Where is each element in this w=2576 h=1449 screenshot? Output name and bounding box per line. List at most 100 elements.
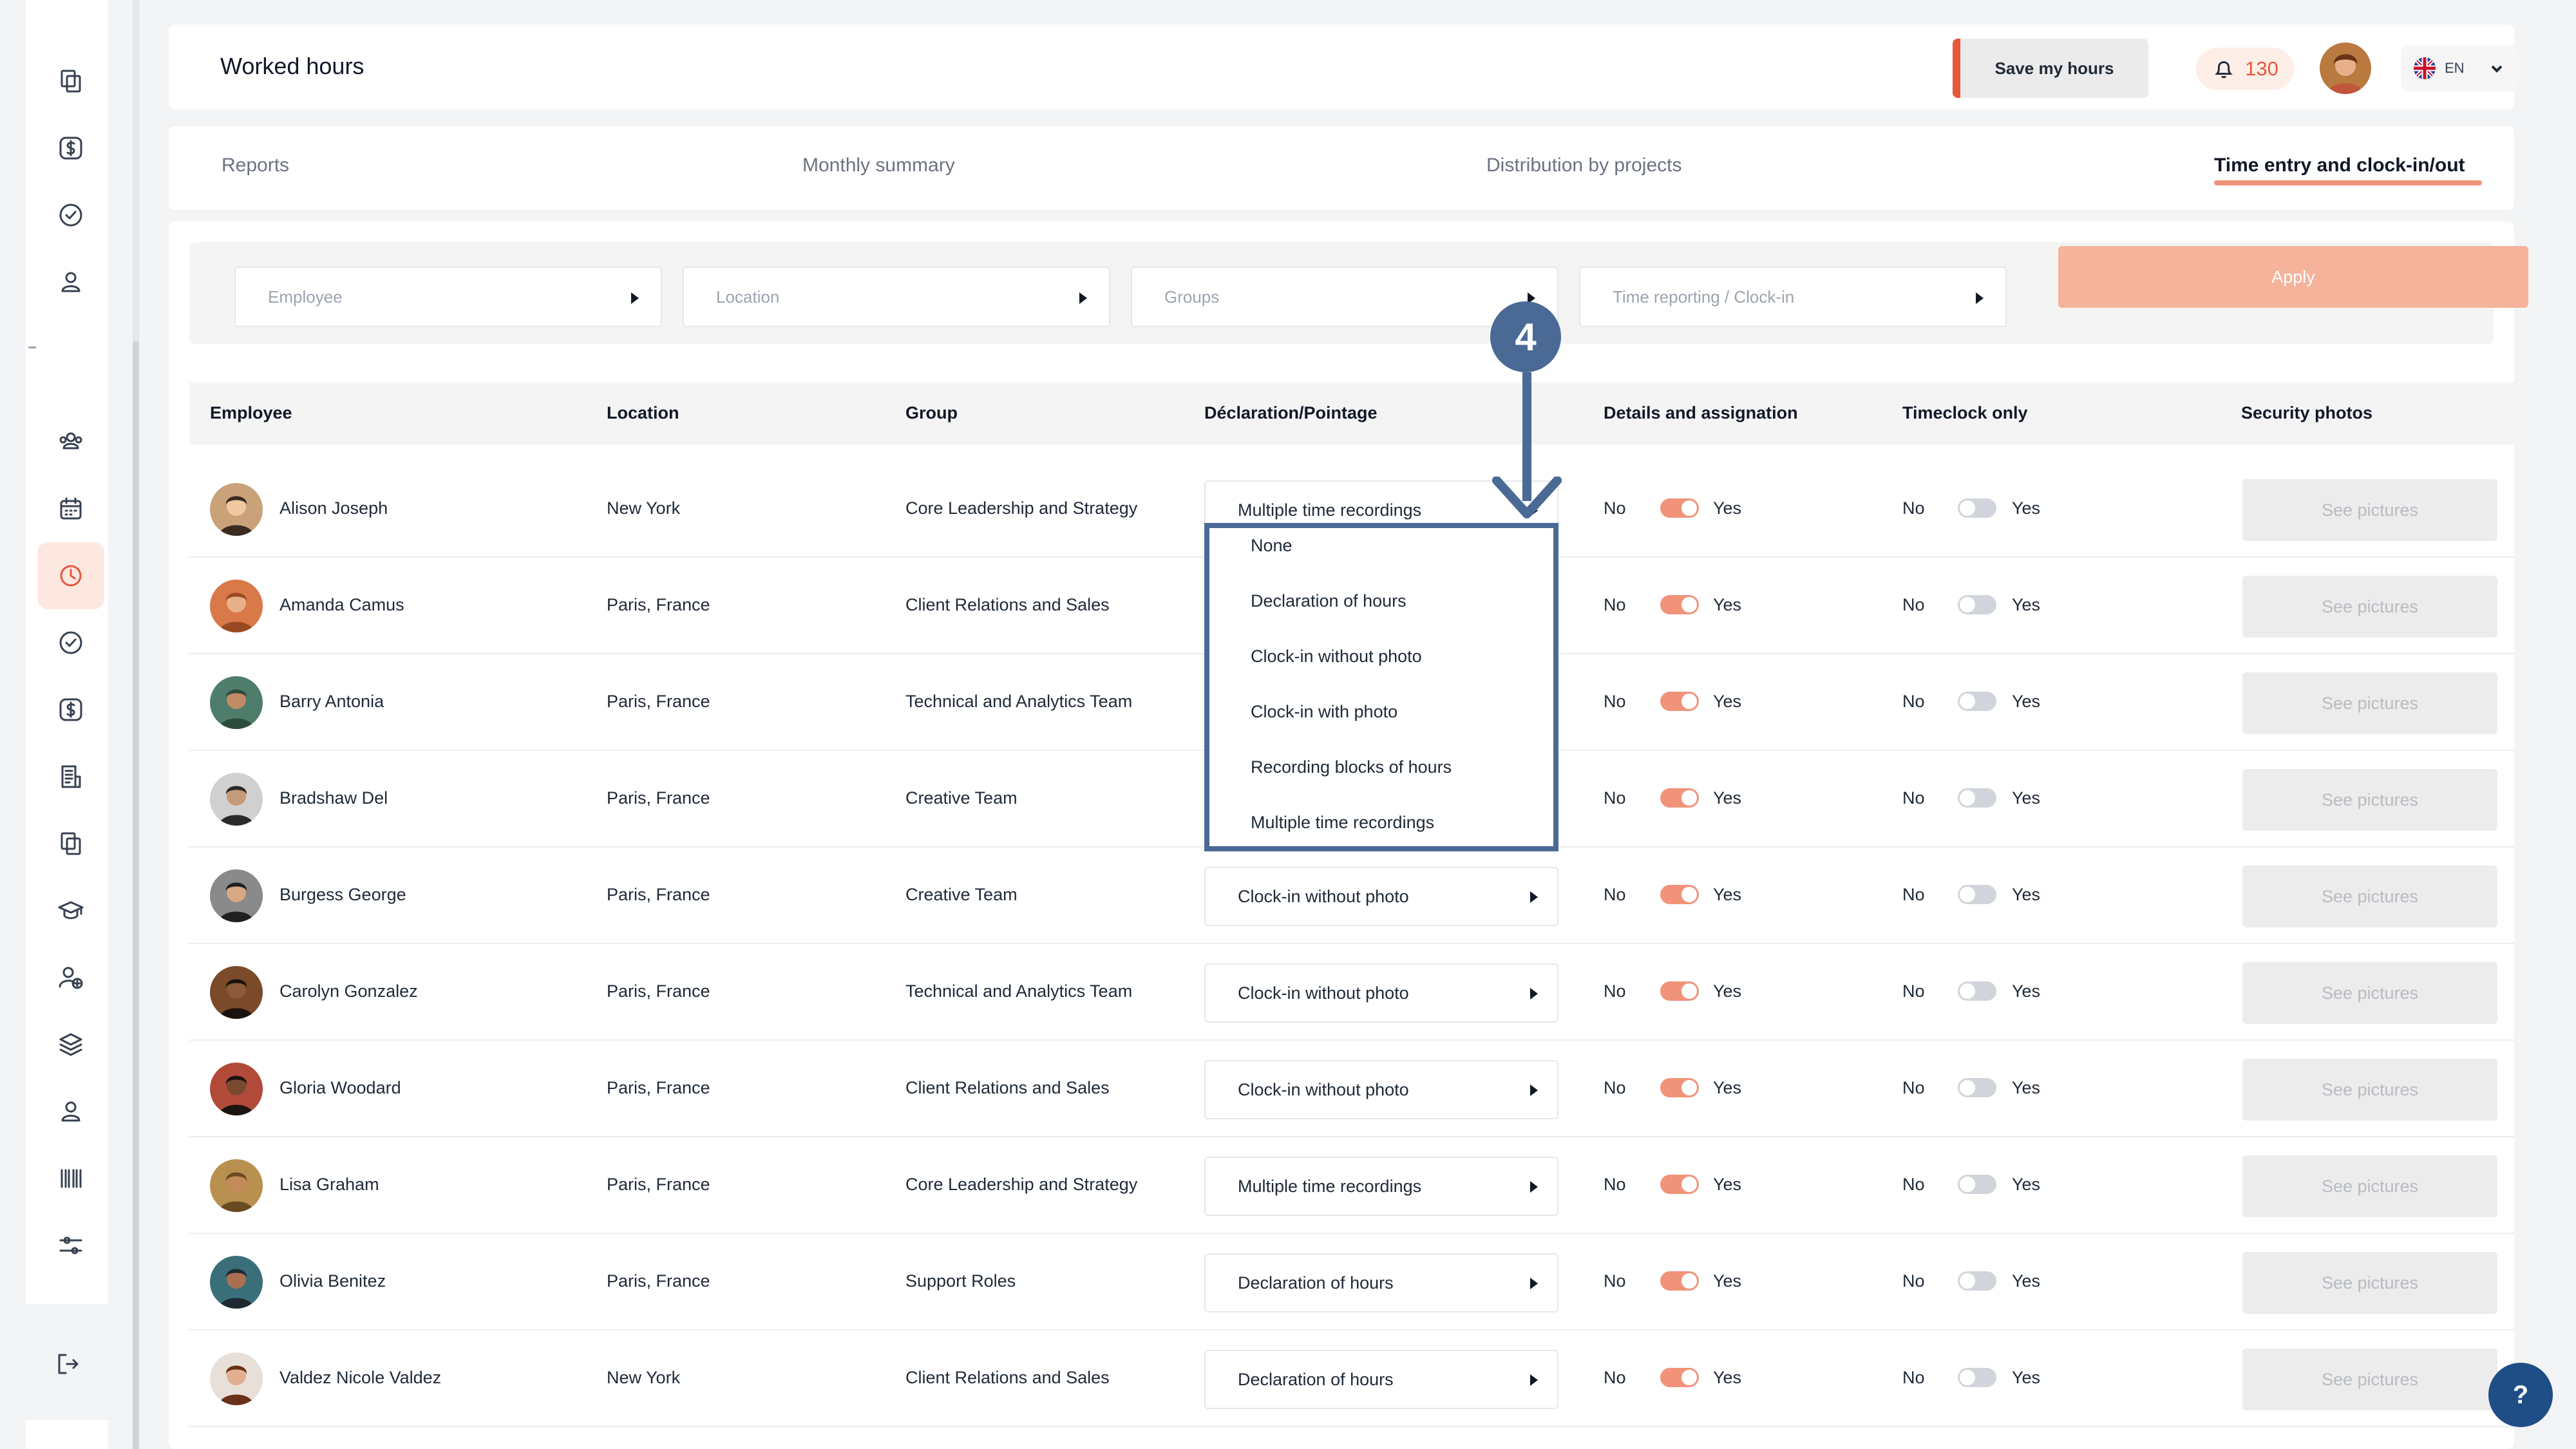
- user-icon[interactable]: [37, 249, 104, 316]
- timeclock-toggle[interactable]: [1958, 981, 1996, 1001]
- graduation-icon[interactable]: [37, 877, 104, 944]
- tab-time-entry[interactable]: Time entry and clock-in/out: [2214, 155, 2465, 176]
- notifications-button[interactable]: 130: [2196, 48, 2294, 90]
- copy-icon[interactable]: [37, 48, 104, 115]
- details-toggle[interactable]: [1660, 885, 1699, 904]
- apply-button[interactable]: Apply: [2058, 246, 2528, 308]
- employee-avatar: [210, 1063, 263, 1115]
- employee-location: New York: [607, 498, 681, 518]
- language-selector[interactable]: EN: [2401, 45, 2518, 91]
- declaration-select[interactable]: Multiple time recordings: [1204, 1157, 1558, 1216]
- timeclock-toggle[interactable]: [1958, 1175, 1996, 1194]
- details-toggle[interactable]: [1660, 1078, 1699, 1097]
- dropdown-option-none[interactable]: None: [1251, 536, 1293, 556]
- tabs-bar: Reports Monthly summary Distribution by …: [169, 126, 2514, 210]
- details-yes-label: Yes: [1713, 692, 1742, 711]
- details-no-label: No: [1604, 1175, 1626, 1194]
- timeclock-yes-label: Yes: [2012, 1271, 2041, 1291]
- employee-location: Paris, France: [607, 981, 710, 1001]
- see-pictures-button[interactable]: See pictures: [2242, 672, 2497, 734]
- employee-location: Paris, France: [607, 595, 710, 614]
- details-toggle[interactable]: [1660, 1271, 1699, 1291]
- declaration-select[interactable]: Clock-in without photo: [1204, 963, 1558, 1023]
- details-toggle[interactable]: [1660, 498, 1699, 518]
- dropdown-option-multiple-recordings[interactable]: Multiple time recordings: [1251, 813, 1434, 833]
- details-toggle[interactable]: [1660, 595, 1699, 614]
- calendar-icon[interactable]: [37, 475, 104, 542]
- location-filter[interactable]: Location: [683, 267, 1110, 327]
- user-icon[interactable]: [37, 1078, 104, 1145]
- check-circle-icon[interactable]: [37, 182, 104, 249]
- logout-icon[interactable]: [33, 1331, 100, 1397]
- timeclock-toggle[interactable]: [1958, 788, 1996, 808]
- see-pictures-button[interactable]: See pictures: [2242, 962, 2497, 1024]
- details-toggle[interactable]: [1660, 981, 1699, 1001]
- caret-right-icon: [1530, 891, 1538, 903]
- employee-location: Paris, France: [607, 692, 710, 711]
- time-reporting-filter[interactable]: Time reporting / Clock-in: [1579, 267, 2007, 327]
- sidebar-scrollbar[interactable]: [133, 0, 139, 1449]
- employee-name: Valdez Nicole Valdez: [279, 1368, 442, 1387]
- team-icon[interactable]: [37, 408, 104, 475]
- details-toggle[interactable]: [1660, 1368, 1699, 1387]
- dropdown-option-recording-blocks[interactable]: Recording blocks of hours: [1251, 757, 1452, 777]
- table-header: Employee Location Group Déclaration/Poin…: [189, 383, 2514, 444]
- employee-group: Client Relations and Sales: [905, 595, 1110, 614]
- see-pictures-button[interactable]: See pictures: [2242, 866, 2497, 927]
- see-pictures-button[interactable]: See pictures: [2242, 576, 2497, 638]
- timeclock-toggle[interactable]: [1958, 885, 1996, 904]
- see-pictures-button[interactable]: See pictures: [2242, 1349, 2497, 1410]
- timeclock-toggle[interactable]: [1958, 595, 1996, 614]
- declaration-select[interactable]: Declaration of hours: [1204, 1253, 1558, 1312]
- sidebar-divider: [28, 346, 36, 348]
- details-toggle[interactable]: [1660, 788, 1699, 808]
- dropdown-option-clockin-photo[interactable]: Clock-in with photo: [1251, 702, 1397, 722]
- declaration-select[interactable]: Clock-in without photo: [1204, 867, 1558, 926]
- toggle-knob: [1960, 1370, 1975, 1385]
- timeclock-toggle[interactable]: [1958, 1271, 1996, 1291]
- details-toggle[interactable]: [1660, 1175, 1699, 1194]
- declaration-select[interactable]: Declaration of hours: [1204, 1350, 1558, 1409]
- employee-filter[interactable]: Employee: [234, 267, 662, 327]
- dollar-icon[interactable]: [37, 115, 104, 182]
- declaration-select[interactable]: Clock-in without photo: [1204, 1060, 1558, 1119]
- dropdown-option-declaration[interactable]: Declaration of hours: [1251, 591, 1406, 611]
- timeclock-toggle[interactable]: [1958, 1368, 1996, 1387]
- dollar-icon[interactable]: [37, 676, 104, 743]
- tab-distribution-by-projects[interactable]: Distribution by projects: [1486, 155, 1681, 176]
- employee-group: Client Relations and Sales: [905, 1368, 1110, 1387]
- layers-icon[interactable]: [37, 1011, 104, 1078]
- timeclock-toggle[interactable]: [1958, 1078, 1996, 1097]
- report-icon[interactable]: [37, 743, 104, 810]
- copy-icon[interactable]: [37, 810, 104, 877]
- barcode-icon[interactable]: [37, 1145, 104, 1212]
- clock-icon[interactable]: [37, 542, 104, 609]
- sliders-icon[interactable]: [37, 1212, 104, 1279]
- details-toggle[interactable]: [1660, 692, 1699, 711]
- toggle-knob: [1681, 887, 1697, 902]
- column-employee: Employee: [210, 403, 292, 422]
- declaration-select-value: Declaration of hours: [1238, 1369, 1394, 1389]
- see-pictures-button[interactable]: See pictures: [2242, 1252, 2497, 1314]
- tab-reports[interactable]: Reports: [222, 155, 289, 176]
- see-pictures-button[interactable]: See pictures: [2242, 1155, 2497, 1217]
- see-pictures-button[interactable]: See pictures: [2242, 479, 2497, 541]
- time-reporting-filter-label: Time reporting / Clock-in: [1613, 287, 1795, 307]
- groups-filter[interactable]: Groups: [1131, 267, 1558, 327]
- employee-avatar: [210, 966, 263, 1019]
- user-add-icon[interactable]: [37, 944, 104, 1011]
- timeclock-toggle[interactable]: [1958, 498, 1996, 518]
- dropdown-option-clockin-no-photo[interactable]: Clock-in without photo: [1251, 647, 1422, 667]
- see-pictures-button[interactable]: See pictures: [2242, 1059, 2497, 1121]
- see-pictures-button[interactable]: See pictures: [2242, 769, 2497, 831]
- tab-monthly-summary[interactable]: Monthly summary: [802, 155, 955, 176]
- toggle-knob: [1960, 694, 1975, 709]
- timeclock-no-label: No: [1902, 885, 1925, 904]
- timeclock-toggle[interactable]: [1958, 692, 1996, 711]
- sidebar-scrollbar-thumb[interactable]: [133, 341, 139, 1449]
- help-button[interactable]: ?: [2488, 1363, 2553, 1427]
- details-yes-label: Yes: [1713, 498, 1742, 518]
- check-circle-icon[interactable]: [37, 609, 104, 676]
- user-avatar[interactable]: [2320, 43, 2371, 94]
- save-my-hours-button[interactable]: Save my hours: [1953, 39, 2148, 98]
